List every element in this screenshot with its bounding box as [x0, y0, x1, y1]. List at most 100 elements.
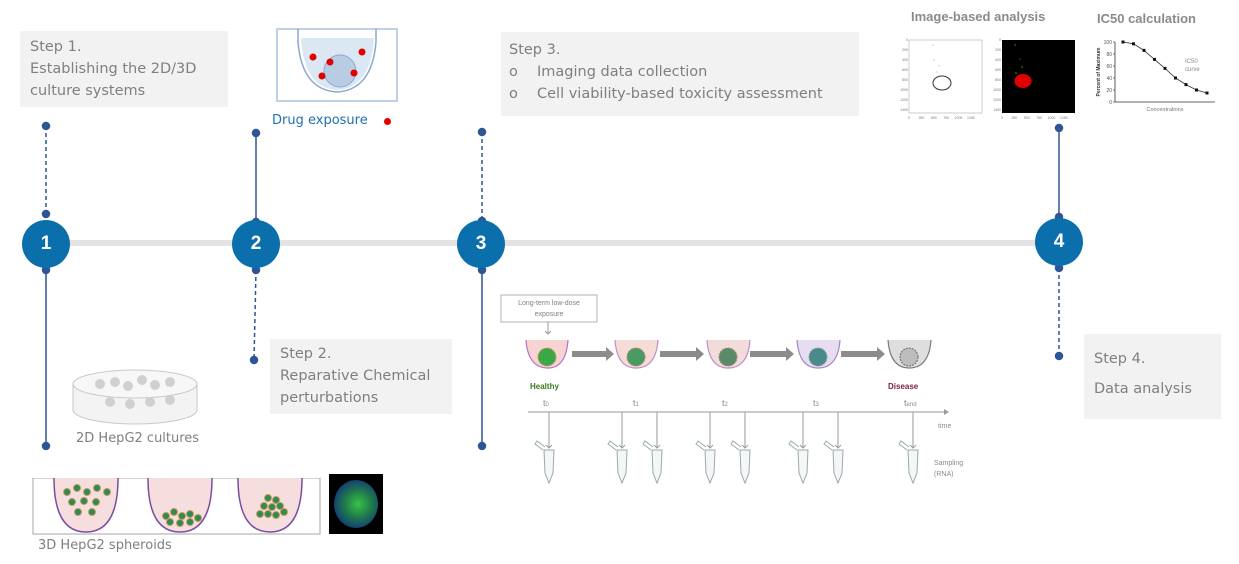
image-axis-y-tick: 1000	[900, 88, 908, 92]
image-axis-x-tick: 0	[908, 116, 910, 120]
disease-label: Disease	[888, 382, 919, 391]
step2-title: Step 2.	[280, 346, 332, 362]
step2-line: perturbations	[280, 390, 379, 406]
ic50-y-tick-label: 80	[1106, 52, 1112, 58]
exposure-box-line: Long-term low-dose	[518, 300, 580, 307]
drug-particle	[350, 69, 358, 77]
ic50-annotation: curve	[1185, 67, 1200, 73]
rna-tube-icon	[695, 440, 716, 485]
image-axis-y-tick: 200	[995, 48, 1001, 52]
drug-particle	[318, 72, 326, 80]
drug-particle	[358, 48, 366, 56]
segmentation-panel	[1002, 40, 1075, 113]
step2-box: Step 2. Reparative Chemical perturbation…	[270, 339, 452, 414]
image-analysis-title: Image-based analysis	[911, 9, 1046, 24]
image-axis-x-tick: 500	[931, 116, 937, 120]
image-axis-x-tick: 500	[1024, 116, 1030, 120]
image-axis-y-tick: 200	[902, 48, 908, 52]
timeline-node-4[interactable]: 4	[1035, 218, 1083, 266]
image-axis-x-tick: 250	[918, 116, 924, 120]
rna-tube-icon	[788, 440, 809, 485]
step3-box: Step 3. o Imaging data collection o Cell v…	[501, 32, 859, 116]
step4-box: Step 4. Data analysis	[1084, 334, 1221, 419]
step1-line: Establishing the 2D/3D	[30, 61, 197, 77]
image-axis-y-tick: 800	[995, 78, 1001, 82]
image-axis-y-tick: 1000	[993, 88, 1001, 92]
ic50-y-tick-label: 60	[1106, 64, 1112, 70]
drug-particle	[326, 58, 334, 66]
image-axis-y-tick: 1400	[900, 108, 908, 112]
step1-line: culture systems	[30, 83, 146, 99]
connector-dot	[41, 209, 51, 219]
caption-2d-cultures: 2D HepG2 cultures	[76, 431, 200, 446]
connector-dot	[1054, 123, 1064, 133]
time-axis-label: time	[938, 423, 951, 430]
rna-tube-icon	[730, 440, 751, 485]
image-axis-y-tick: 1200	[900, 98, 908, 102]
petri-dish-illustration	[72, 369, 198, 425]
spheroid-fluorescence-image	[329, 474, 383, 534]
rna-tube-icon	[898, 440, 919, 485]
timeline-node-1[interactable]: 1	[22, 220, 70, 268]
rna-tube-icon	[823, 440, 844, 485]
ic50-data-point	[1121, 40, 1125, 44]
ic50-y-tick-label: 40	[1106, 76, 1112, 82]
connector-dot	[477, 441, 487, 451]
image-axis-y-tick: 600	[902, 68, 908, 72]
ic50-data-point	[1195, 88, 1198, 92]
connector-dot	[41, 441, 51, 451]
timepoint-label: t0	[543, 398, 550, 408]
step4-title: Step 4.	[1094, 351, 1146, 367]
step2-line: Reparative Chemical	[280, 368, 431, 384]
ic50-chart: 0 20 40 60 80 100 Concentrations Percent of Max…	[1096, 40, 1215, 113]
image-axis-x-tick: 1000	[955, 116, 963, 120]
image-axis-y-tick: 1400	[993, 108, 1001, 112]
ic50-y-tick-label: 100	[1104, 40, 1113, 46]
healthy-label: Healthy	[530, 382, 559, 391]
sampling-label: (RNA)	[934, 471, 953, 478]
timeline-node-2[interactable]: 2	[232, 220, 280, 268]
image-axis-y-tick: 800	[902, 78, 908, 82]
image-axis-y-tick: 400	[995, 58, 1001, 62]
image-axis-x-tick: 1250	[1060, 116, 1068, 120]
rna-tube-icon	[642, 440, 663, 485]
image-axis-y-tick: 600	[995, 68, 1001, 72]
image-axis-x-tick: 250	[1011, 116, 1017, 120]
image-axis-x-tick: 1250	[967, 116, 975, 120]
progression-arrow	[750, 347, 794, 361]
drug-legend-dot	[384, 118, 391, 125]
image-axis-y-tick: 1200	[993, 98, 1001, 102]
image-axis-y-tick: 0	[906, 38, 908, 42]
ic50-y-label: Percent of Maximum	[1096, 47, 1102, 96]
progression-arrow	[841, 347, 885, 361]
sampling-label: Sampling	[934, 460, 963, 467]
bullet-icon: o	[509, 86, 518, 102]
timeline-node-3[interactable]: 3	[457, 220, 505, 268]
ic50-y-tick-label: 0	[1109, 100, 1112, 106]
progression-arrow	[660, 347, 704, 361]
ic50-data-point	[1205, 91, 1209, 95]
timepoint-label: t3	[813, 398, 820, 408]
ic50-data-point	[1163, 66, 1167, 70]
image-axis-y-tick: 0	[999, 38, 1001, 42]
image-axis-y-tick: 400	[902, 58, 908, 62]
bullet-icon: o	[509, 64, 518, 80]
rna-tube-icon	[534, 440, 555, 485]
image-axis-x-tick: 750	[943, 116, 949, 120]
drug-exposure-label: Drug exposure	[272, 113, 368, 128]
step3-item-2: o Cell viability-based toxicity assessmen…	[509, 83, 859, 105]
step3-title: Step 3.	[509, 42, 561, 58]
timepoint-label: tend	[904, 398, 917, 408]
connector-dot	[41, 121, 51, 131]
ic50-data-point	[1142, 48, 1146, 52]
image-axis-x-tick: 750	[1036, 116, 1042, 120]
ic50-data-point	[1174, 76, 1177, 80]
connector-dot	[477, 127, 487, 137]
step3-item-1: o Imaging data collection	[509, 61, 859, 83]
step1-title: Step 1.	[30, 39, 82, 55]
timepoint-label: t2	[722, 398, 729, 408]
connector-2-down	[253, 269, 257, 361]
timepoint-label: t1	[633, 398, 640, 408]
ic50-title: IC50 calculation	[1097, 11, 1196, 26]
rna-tube-icon	[607, 440, 628, 485]
